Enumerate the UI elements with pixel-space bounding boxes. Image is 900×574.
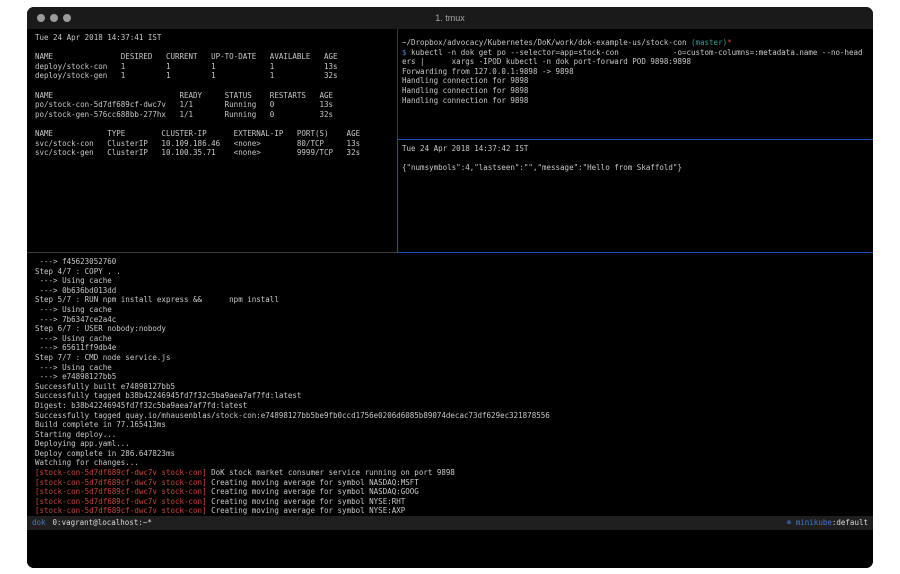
terminal-line: Starting deploy...: [35, 430, 869, 440]
terminal-line: Step 7/7 : CMD node service.js: [35, 353, 869, 363]
tmux-terminal: Tue 24 Apr 2018 14:37:41 IST NAME DESIRED…: [27, 29, 873, 568]
terminal-line: deploy/stock-gen 1 1 1 1 32s: [35, 71, 395, 81]
terminal-line: Deploying app.yaml...: [35, 439, 869, 449]
pane-port-forward[interactable]: ~/Dropbox/advocacy/Kubernetes/DoK/work/d…: [402, 38, 870, 138]
terminal-line: [35, 43, 395, 53]
terminal-line: NAME DESIRED CURRENT UP-TO-DATE AVAILABL…: [35, 52, 395, 62]
pane-service-response[interactable]: Tue 24 Apr 2018 14:37:42 IST {"numsymbols…: [402, 144, 870, 248]
kubernetes-icon: ☸: [787, 518, 792, 527]
pane-divider-horizontal-inactive[interactable]: [27, 252, 397, 253]
terminal-line: ---> Using cache: [35, 363, 869, 373]
terminal-line: [stock-con-5d7df689cf-dwc7v stock-con] C…: [35, 478, 869, 488]
terminal-line: ---> f45623052760: [35, 257, 869, 267]
terminal-line: po/stock-gen-576cc688bb-277hx 1/1 Runnin…: [35, 110, 395, 120]
pane-divider-vertical-inactive[interactable]: [397, 29, 398, 139]
terminal-line: Successfully built e74898127bb5: [35, 382, 869, 392]
minimize-window-button[interactable]: [50, 14, 58, 22]
terminal-line: ~/Dropbox/advocacy/Kubernetes/DoK/work/d…: [402, 38, 870, 48]
window-titlebar: 1. tmux: [27, 7, 873, 29]
tmux-session-name[interactable]: dok: [32, 516, 46, 530]
terminal-line: Handling connection for 9898: [402, 96, 870, 106]
terminal-line: ---> 7b6347ce2a4c: [35, 315, 869, 325]
tmux-window-label[interactable]: 0:vagrant@localhost:~*: [53, 516, 152, 530]
tmux-status-right: ☸ minikube:default: [787, 516, 868, 530]
terminal-line: Watching for changes...: [35, 458, 869, 468]
window-title: 1. tmux: [27, 7, 873, 29]
kube-namespace: :default: [832, 518, 868, 527]
zoom-window-button[interactable]: [63, 14, 71, 22]
pane-divider-horizontal-active-bottom[interactable]: [397, 252, 873, 253]
terminal-line: Build complete in 77.165413ms: [35, 420, 869, 430]
terminal-line: [402, 154, 870, 164]
terminal-line: [35, 81, 395, 91]
terminal-line: ---> Using cache: [35, 276, 869, 286]
terminal-line: ---> e74898127bb5: [35, 372, 869, 382]
pane-divider-horizontal-active-top[interactable]: [397, 139, 873, 140]
terminal-line: Step 6/7 : USER nobody:nobody: [35, 324, 869, 334]
terminal-line: ---> 0b636bd013dd: [35, 286, 869, 296]
kube-context: minikube: [796, 518, 832, 527]
terminal-line: Successfully tagged quay.io/mhausenblas/…: [35, 411, 869, 421]
terminal-line: NAME READY STATUS RESTARTS AGE: [35, 91, 395, 101]
window-controls: [37, 14, 71, 22]
tmux-status-bar: dok 0:vagrant@localhost:~* ☸ minikube:de…: [27, 516, 873, 530]
terminal-line: Deploy complete in 286.647823ms: [35, 449, 869, 459]
terminal-line: $ kubectl -n dok get po --selector=app=s…: [402, 48, 870, 58]
terminal-line: Step 5/7 : RUN npm install express && np…: [35, 295, 869, 305]
terminal-line: Handling connection for 9898: [402, 86, 870, 96]
terminal-line: svc/stock-gen ClusterIP 10.100.35.71 <no…: [35, 148, 395, 158]
terminal-line: [35, 119, 395, 129]
terminal-line: svc/stock-con ClusterIP 10.109.186.46 <n…: [35, 139, 395, 149]
terminal-line: Handling connection for 9898: [402, 76, 870, 86]
terminal-line: Digest: b38b42246945fd7f32c5ba9aea7af7fd…: [35, 401, 869, 411]
pane-kubectl-resources[interactable]: Tue 24 Apr 2018 14:37:41 IST NAME DESIRED…: [35, 33, 395, 249]
terminal-line: ---> 65611ff9db4e: [35, 343, 869, 353]
terminal-line: [stock-con-5d7df689cf-dwc7v stock-con] D…: [35, 468, 869, 478]
terminal-line: [stock-con-5d7df689cf-dwc7v stock-con] C…: [35, 497, 869, 507]
terminal-line: Forwarding from 127.0.0.1:9898 -> 9898: [402, 67, 870, 77]
terminal-line: Successfully tagged b38b42246945fd7f32c5…: [35, 391, 869, 401]
terminal-line: [stock-con-5d7df689cf-dwc7v stock-con] C…: [35, 506, 869, 515]
terminal-window: 1. tmux Tue 24 Apr 2018 14:37:41 IST NAME…: [27, 7, 873, 568]
terminal-line: ---> Using cache: [35, 305, 869, 315]
terminal-line: NAME TYPE CLUSTER-IP EXTERNAL-IP PORT(S)…: [35, 129, 395, 139]
terminal-line: {"numsymbols":4,"lastseen":"","message":…: [402, 163, 870, 173]
terminal-line: deploy/stock-con 1 1 1 1 13s: [35, 62, 395, 72]
pane-divider-vertical-active[interactable]: [397, 139, 398, 253]
close-window-button[interactable]: [37, 14, 45, 22]
terminal-line: Tue 24 Apr 2018 14:37:42 IST: [402, 144, 870, 154]
terminal-line: Tue 24 Apr 2018 14:37:41 IST: [35, 33, 395, 43]
terminal-line: po/stock-con-5d7df689cf-dwc7v 1/1 Runnin…: [35, 100, 395, 110]
terminal-line: ---> Using cache: [35, 334, 869, 344]
terminal-line: Step 4/7 : COPY . .: [35, 267, 869, 277]
terminal-line: ers | xargs -IPOD kubectl -n dok port-fo…: [402, 57, 870, 67]
terminal-line: [stock-con-5d7df689cf-dwc7v stock-con] C…: [35, 487, 869, 497]
pane-skaffold-build-log[interactable]: ---> f45623052760Step 4/7 : COPY . . ---…: [35, 257, 869, 515]
